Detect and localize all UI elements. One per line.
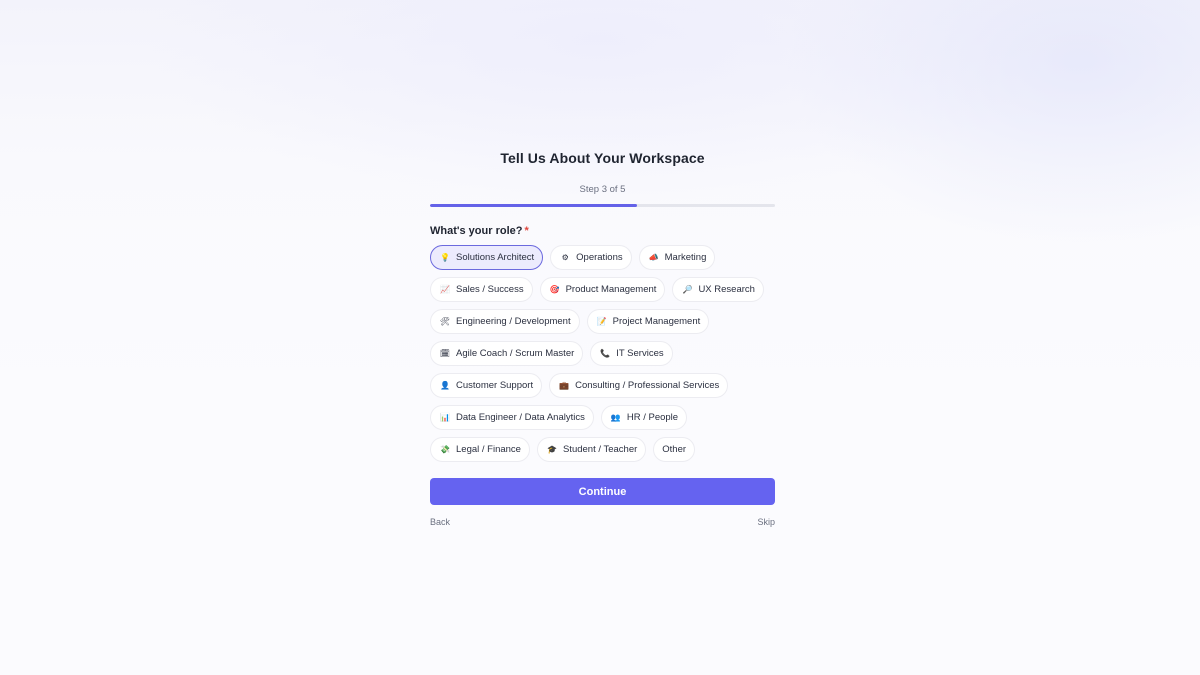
money-icon: 💸 [440,445,450,454]
role-chip-label: HR / People [626,412,679,423]
role-chip-marketing[interactable]: 📣 Marketing [638,245,716,270]
person-icon: 👤 [440,381,450,390]
role-chip-legal-finance[interactable]: 💸 Legal / Finance [430,437,530,462]
onboarding-card: Tell Us About Your Workspace Step 3 of 5… [430,148,775,527]
role-chip-data-engineer-data-analytics[interactable]: 📊 Data Engineer / Data Analytics [430,405,594,430]
progress-bar [430,204,775,207]
role-chip-product-management[interactable]: 🎯 Product Management [539,277,666,302]
role-chip-consulting-professional-services[interactable]: 💼 Consulting / Professional Services [549,373,729,398]
role-chip-agile-coach-scrum-master[interactable]: 🗓 Agile Coach / Scrum Master [430,341,584,366]
continue-button[interactable]: Continue [430,478,775,505]
bar-chart-icon: 📊 [440,413,450,422]
megaphone-icon: 📣 [648,253,659,262]
role-chip-student-teacher[interactable]: 🎓 Student / Teacher [536,437,647,462]
people-icon: 👥 [610,413,621,422]
role-chip-customer-support[interactable]: 👤 Customer Support [430,373,543,398]
chart-icon: 📈 [440,285,450,294]
role-row: 📈 Sales / Success 🎯 Product Management 🔎 UX R… [430,277,775,302]
page-title: Tell Us About Your Workspace [500,150,705,166]
role-chip-project-management[interactable]: 📝 Project Management [586,309,710,334]
role-chip-label: Consulting / Professional Services [575,380,720,391]
role-chip-operations[interactable]: ⚙ Operations [550,245,632,270]
lightbulb-icon: 💡 [440,253,450,262]
role-chip-it-services[interactable]: 📞 IT Services [590,341,673,366]
target-icon: 🎯 [549,285,560,294]
role-row: 💸 Legal / Finance 🎓 Student / Teacher Other [430,437,775,462]
role-chip-ux-research[interactable]: 🔎 UX Research [672,277,764,302]
role-question: What's your role? * [430,224,775,238]
role-chip-hr-people[interactable]: 👥 HR / People [600,405,688,430]
tools-icon: 🛠 [439,317,451,326]
role-chip-label: Operations [576,252,623,263]
role-chip-label: Solutions Architect [456,252,535,263]
memo-icon: 📝 [596,317,607,326]
role-chip-label: Project Management [612,316,701,327]
calendar-icon: 🗓 [439,349,451,358]
role-question-label: What's your role? [430,225,523,237]
gear-icon: ⚙ [561,253,569,262]
role-chip-label: Other [662,444,687,455]
role-chip-sales-success[interactable]: 📈 Sales / Success [430,277,533,302]
role-chip-label: Data Engineer / Data Analytics [456,412,585,423]
role-chip-label: Product Management [565,284,657,295]
role-chip-solutions-architect[interactable]: 💡 Solutions Architect [430,245,544,270]
role-chip-other[interactable]: Other [653,437,696,462]
skip-link[interactable]: Skip [757,517,775,527]
role-chip-label: Legal / Finance [456,444,521,455]
required-mark: * [524,225,529,237]
phone-icon: 📞 [600,349,611,358]
role-chip-label: Sales / Success [456,284,524,295]
role-chip-engineering-development[interactable]: 🛠 Engineering / Development [430,309,580,334]
briefcase-icon: 💼 [559,381,570,390]
progress-fill [430,204,637,207]
role-row: 👤 Customer Support 💼 Consulting / Professio… [430,373,775,398]
role-chip-label: Marketing [664,252,707,263]
role-row: 🛠 Engineering / Development 📝 Project Manag… [430,309,775,334]
step-indicator: Step 3 of 5 [579,184,626,195]
role-row: 🗓 Agile Coach / Scrum Master 📞 IT Services [430,341,775,366]
graduation-cap-icon: 🎓 [546,445,557,454]
footer-links: Back Skip [430,517,775,527]
role-chip-label: IT Services [616,348,664,359]
role-chip-label: Engineering / Development [456,316,571,327]
role-chip-label: Student / Teacher [562,444,638,455]
magnifier-icon: 🔎 [682,285,693,294]
role-row: 📊 Data Engineer / Data Analytics 👥 HR / Peo… [430,405,775,430]
back-link[interactable]: Back [430,517,450,527]
role-chip-label: Agile Coach / Scrum Master [456,348,575,359]
role-chip-label: Customer Support [456,380,534,391]
role-chip-label: UX Research [698,284,755,295]
role-row: 💡 Solutions Architect ⚙ Operations 📣 Marketin… [430,245,775,270]
role-options: 💡 Solutions Architect ⚙ Operations 📣 Marketin… [430,245,775,462]
